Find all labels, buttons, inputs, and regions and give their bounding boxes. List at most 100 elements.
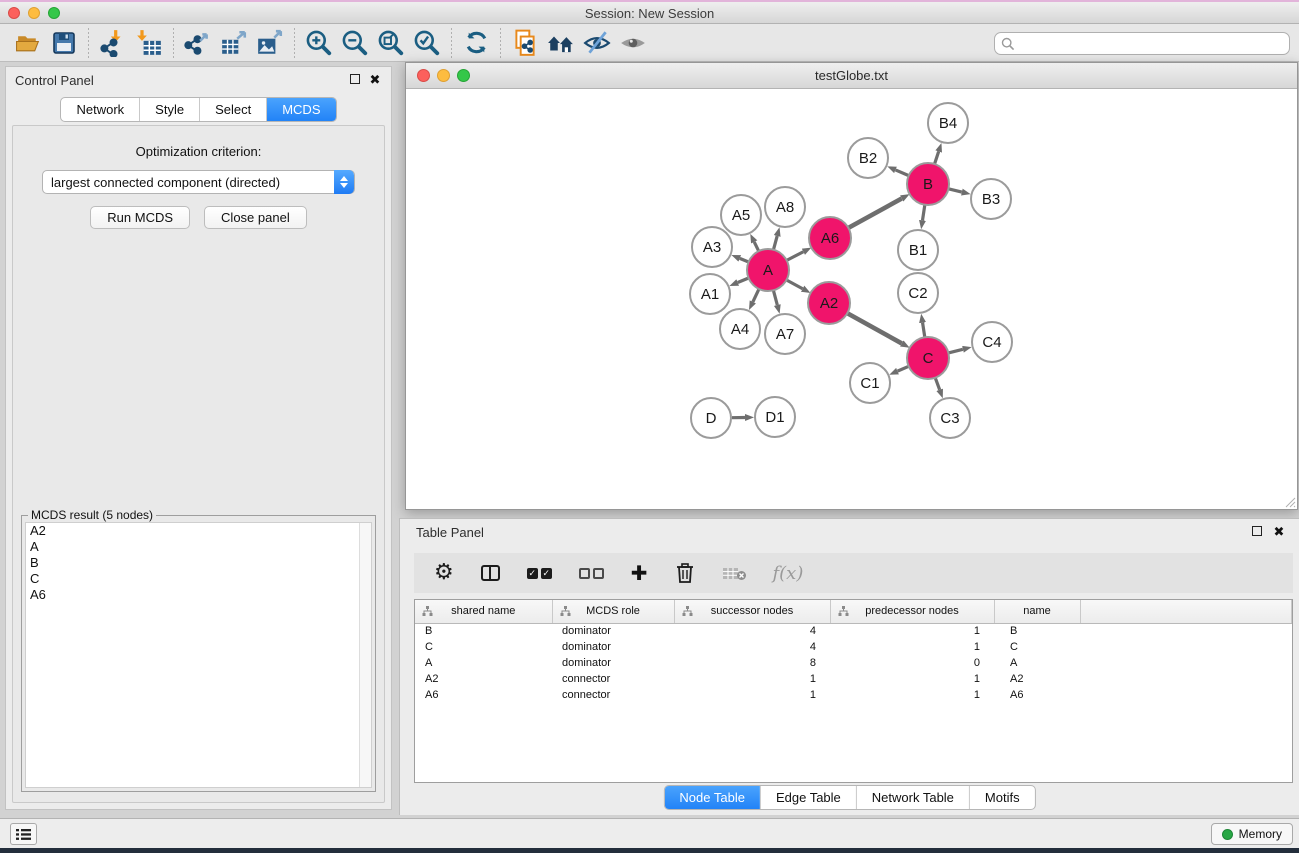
float-table-panel-icon[interactable] bbox=[1251, 526, 1263, 538]
graph-node-A1[interactable]: A1 bbox=[690, 274, 730, 314]
table-cell[interactable]: A2 bbox=[415, 671, 552, 687]
graph-node-C1[interactable]: C1 bbox=[850, 363, 890, 403]
network-graph[interactable]: AA6A2BCA5A8A3A1A4A7B2B4B3B1C2C4C1C3DD1 bbox=[406, 89, 1297, 509]
table-tab-network-table[interactable]: Network Table bbox=[856, 786, 969, 809]
export-image-button[interactable] bbox=[252, 26, 288, 60]
table-tab-node-table[interactable]: Node Table bbox=[664, 786, 760, 809]
graph-node-D1[interactable]: D1 bbox=[755, 397, 795, 437]
tab-select[interactable]: Select bbox=[199, 98, 266, 121]
open-session-button[interactable] bbox=[10, 26, 46, 60]
graph-edge-A2-C[interactable] bbox=[847, 313, 901, 343]
close-panel-icon[interactable]: ✖ bbox=[369, 74, 381, 86]
graph-edge-A-A5[interactable] bbox=[754, 242, 759, 251]
graph-edge-A-A3[interactable] bbox=[740, 258, 749, 262]
table-cell[interactable]: C bbox=[994, 639, 1080, 655]
graph-edge-A-A6[interactable] bbox=[787, 252, 804, 261]
column-header-MCDS-role[interactable]: MCDS role bbox=[552, 600, 674, 623]
graph-edge-A-A2[interactable] bbox=[786, 280, 802, 289]
table-cell[interactable]: 1 bbox=[674, 687, 830, 703]
import-table-button[interactable] bbox=[131, 26, 167, 60]
search-input[interactable] bbox=[1015, 33, 1289, 54]
graph-node-B1[interactable]: B1 bbox=[898, 230, 938, 270]
table-row[interactable]: A6connector11A6 bbox=[415, 687, 1292, 703]
table-cell[interactable]: 1 bbox=[830, 639, 994, 655]
deselect-all-button[interactable] bbox=[579, 568, 604, 579]
graph-node-B2[interactable]: B2 bbox=[848, 138, 888, 178]
result-list-scrollbar[interactable] bbox=[359, 523, 371, 787]
column-header-name[interactable]: name bbox=[994, 600, 1080, 623]
table-tab-edge-table[interactable]: Edge Table bbox=[760, 786, 856, 809]
table-cell[interactable]: 1 bbox=[830, 687, 994, 703]
mcds-result-item[interactable]: A bbox=[26, 539, 371, 555]
graph-edge-B-B3[interactable] bbox=[948, 189, 961, 192]
table-cell[interactable]: 1 bbox=[830, 623, 994, 639]
graph-node-C[interactable]: C bbox=[907, 337, 949, 379]
graph-node-C2[interactable]: C2 bbox=[898, 273, 938, 313]
graph-edge-C-C4[interactable] bbox=[948, 349, 963, 353]
table-row[interactable]: A2connector11A2 bbox=[415, 671, 1292, 687]
graph-edge-A-A4[interactable] bbox=[753, 289, 759, 302]
table-cell[interactable]: dominator bbox=[552, 639, 674, 655]
tab-style[interactable]: Style bbox=[139, 98, 199, 121]
table-cell[interactable]: A2 bbox=[994, 671, 1080, 687]
graph-node-B[interactable]: B bbox=[907, 163, 949, 205]
mcds-result-item[interactable]: C bbox=[26, 571, 371, 587]
new-network-from-selection-button[interactable] bbox=[507, 26, 543, 60]
zoom-selected-button[interactable] bbox=[409, 26, 445, 60]
table-cell[interactable]: connector bbox=[552, 687, 674, 703]
network-window-titlebar[interactable]: testGlobe.txt bbox=[406, 63, 1297, 89]
table-cell[interactable]: dominator bbox=[552, 655, 674, 671]
home-networks-button[interactable] bbox=[543, 26, 579, 60]
column-header-predecessor-nodes[interactable]: predecessor nodes bbox=[830, 600, 994, 623]
graph-edge-C-C3[interactable] bbox=[935, 378, 939, 390]
column-header-successor-nodes[interactable]: successor nodes bbox=[674, 600, 830, 623]
search-field[interactable] bbox=[994, 32, 1290, 55]
graph-node-A5[interactable]: A5 bbox=[721, 195, 761, 235]
graph-node-A8[interactable]: A8 bbox=[765, 187, 805, 227]
export-network-button[interactable] bbox=[180, 26, 216, 60]
graph-node-A4[interactable]: A4 bbox=[720, 309, 760, 349]
graph-node-A2[interactable]: A2 bbox=[808, 282, 850, 324]
table-cell[interactable]: A6 bbox=[994, 687, 1080, 703]
show-columns-button[interactable] bbox=[481, 565, 500, 581]
table-cell[interactable]: 1 bbox=[830, 671, 994, 687]
graph-node-A7[interactable]: A7 bbox=[765, 314, 805, 354]
mcds-result-list[interactable]: A2ABCA6 bbox=[25, 522, 372, 788]
graph-node-C4[interactable]: C4 bbox=[972, 322, 1012, 362]
table-cell[interactable]: C bbox=[415, 639, 552, 655]
table-cell[interactable]: 1 bbox=[674, 671, 830, 687]
resize-grip-icon[interactable] bbox=[1282, 494, 1296, 508]
task-history-button[interactable] bbox=[10, 823, 37, 845]
table-cell[interactable]: B bbox=[994, 623, 1080, 639]
delete-column-button[interactable] bbox=[675, 562, 695, 584]
table-cell[interactable]: A bbox=[994, 655, 1080, 671]
show-panels-button[interactable] bbox=[615, 26, 651, 60]
zoom-out-button[interactable] bbox=[337, 26, 373, 60]
graph-node-D[interactable]: D bbox=[691, 398, 731, 438]
table-cell[interactable]: 4 bbox=[674, 639, 830, 655]
zoom-fit-button[interactable] bbox=[373, 26, 409, 60]
add-column-button[interactable]: ✚ bbox=[631, 563, 648, 583]
table-cell[interactable]: dominator bbox=[552, 623, 674, 639]
zoom-in-button[interactable] bbox=[301, 26, 337, 60]
close-panel-button[interactable]: Close panel bbox=[204, 206, 307, 229]
import-network-button[interactable] bbox=[95, 26, 131, 60]
table-cell[interactable]: connector bbox=[552, 671, 674, 687]
graph-edge-A-A7[interactable] bbox=[773, 290, 777, 305]
export-table-button[interactable] bbox=[216, 26, 252, 60]
optimization-criterion-dropdown[interactable]: largest connected component (directed) bbox=[42, 170, 355, 194]
table-tab-motifs[interactable]: Motifs bbox=[969, 786, 1035, 809]
graph-edge-A-A8[interactable] bbox=[773, 236, 777, 250]
table-cell[interactable]: B bbox=[415, 623, 552, 639]
graph-node-B3[interactable]: B3 bbox=[971, 179, 1011, 219]
graph-edge-C-C1[interactable] bbox=[898, 366, 909, 371]
graph-node-C3[interactable]: C3 bbox=[930, 398, 970, 438]
mcds-result-item[interactable]: A2 bbox=[26, 523, 371, 539]
select-all-button[interactable]: ✓ ✓ bbox=[527, 568, 552, 579]
table-row[interactable]: Bdominator41B bbox=[415, 623, 1292, 639]
table-cell[interactable]: A bbox=[415, 655, 552, 671]
graph-edge-C-C2[interactable] bbox=[923, 323, 925, 338]
graph-edge-B-B4[interactable] bbox=[935, 152, 939, 165]
close-table-panel-icon[interactable]: ✖ bbox=[1273, 526, 1285, 538]
graph-edge-B-B1[interactable] bbox=[922, 205, 924, 221]
